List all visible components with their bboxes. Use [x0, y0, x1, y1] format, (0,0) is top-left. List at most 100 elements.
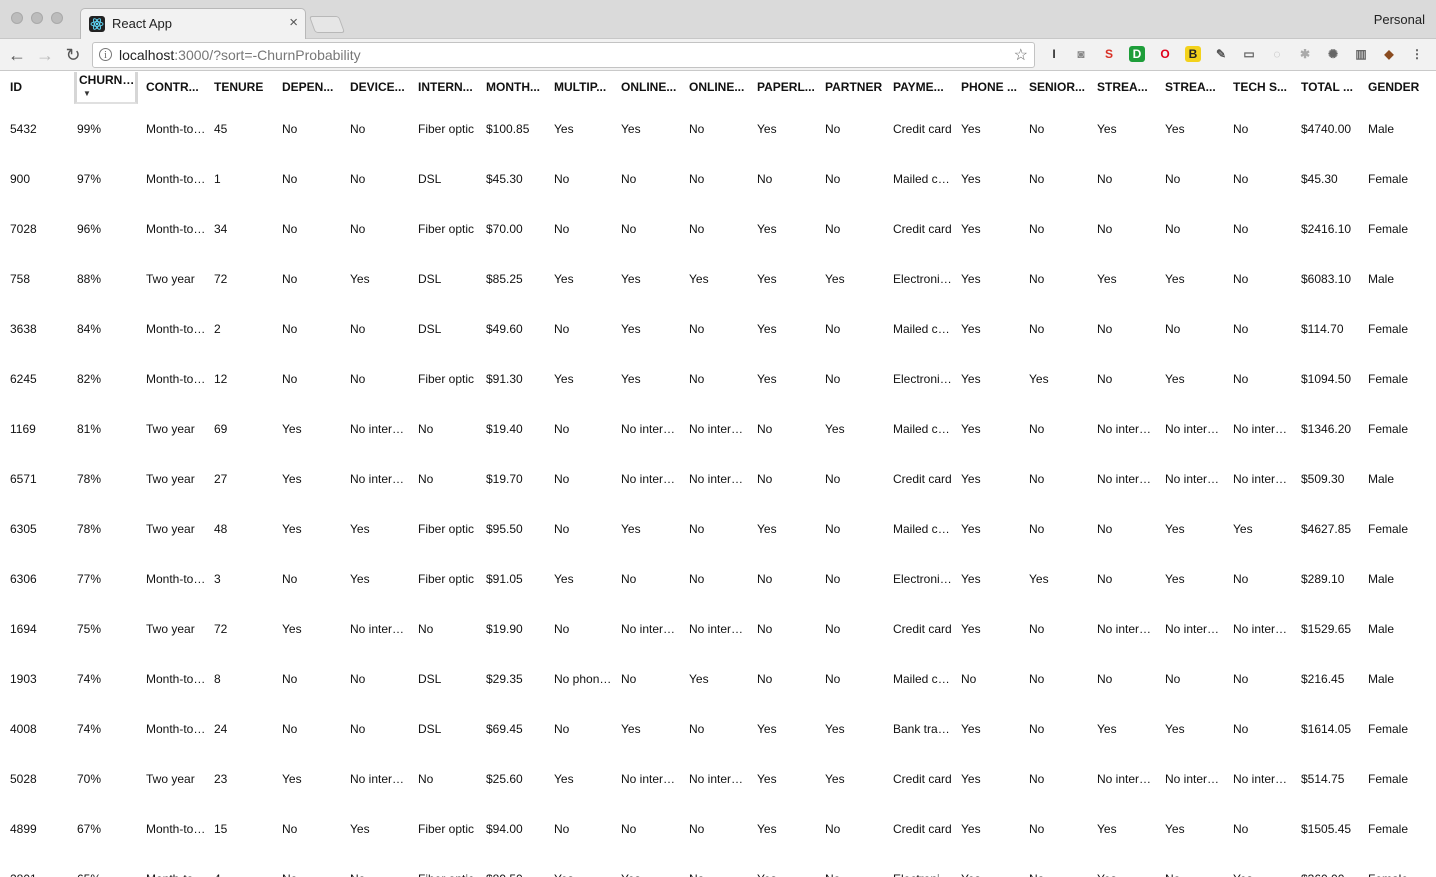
cell-senior-citizen: No	[1029, 472, 1045, 486]
cell-payment-method: Credit card	[893, 822, 952, 836]
new-tab-button[interactable]	[308, 16, 346, 33]
info-icon[interactable]: i	[99, 48, 112, 61]
cell-id: 1903	[10, 672, 37, 686]
cell-dependents: No	[282, 222, 298, 236]
back-arrow-icon[interactable]: ←	[6, 44, 28, 66]
opera-icon[interactable]: O	[1157, 46, 1173, 62]
cell-device-protection: No	[350, 372, 366, 386]
cell-tenure: 12	[214, 372, 228, 386]
ext-b-icon[interactable]: B	[1185, 46, 1201, 62]
cell-contract: Month-to-month	[146, 222, 206, 236]
cell-senior-citizen: No	[1029, 322, 1045, 336]
cell-paperless-billing: Yes	[757, 522, 777, 536]
column-header-id[interactable]: ID	[10, 72, 70, 104]
address-bar[interactable]: i localhost:3000/?sort=-ChurnProbability…	[92, 42, 1035, 68]
column-header-tenure[interactable]: TENURE	[214, 72, 274, 104]
cell-multiple-lines: No phone service	[554, 672, 614, 686]
cell-id: 4899	[10, 822, 37, 836]
column-header-label: TENURE	[214, 80, 264, 94]
cell-paperless-billing: No	[757, 622, 773, 636]
column-header-gender[interactable]: GENDER	[1368, 72, 1428, 104]
cell-monthly-charges: $70.00	[486, 222, 523, 236]
cell-gender: Female	[1368, 522, 1409, 536]
forward-arrow-icon[interactable]: →	[34, 44, 56, 66]
column-header-payment-method[interactable]: PAYME...	[893, 72, 953, 104]
column-header-dependents[interactable]: DEPEN...	[282, 72, 342, 104]
profile-button[interactable]: Personal	[1374, 12, 1425, 27]
cell-streaming-tv: No	[1165, 672, 1181, 686]
column-header-senior-citizen[interactable]: SENIOR...	[1029, 72, 1089, 104]
cell-online-backup: Yes	[621, 372, 641, 386]
cell-tech-support: No	[1233, 272, 1249, 286]
cell-device-protection: No	[350, 672, 366, 686]
cell-churn-probability: 74%	[77, 722, 102, 736]
cell-gender: Female	[1368, 772, 1409, 786]
cell-senior-citizen: No	[1029, 872, 1089, 877]
window-zoom-button[interactable]	[51, 12, 63, 24]
cell-internet-service: No	[418, 422, 434, 436]
column-header-online-backup[interactable]: ONLINE...	[621, 72, 681, 104]
cell-internet-service: Fiber optic	[418, 572, 475, 586]
column-header-multiple-lines[interactable]: MULTIP...	[554, 72, 614, 104]
column-header-total-charges[interactable]: TOTAL ...	[1301, 72, 1361, 104]
column-header-phone-service[interactable]: PHONE ...	[961, 72, 1021, 104]
cell-senior-citizen: No	[1029, 172, 1045, 186]
cell-total-charges: $1346.20	[1301, 422, 1352, 436]
cell-senior-citizen: No	[1029, 122, 1045, 136]
cell-paperless-billing: Yes	[757, 872, 817, 877]
pin-icon[interactable]: ✎	[1213, 46, 1229, 62]
tab-close-icon[interactable]: ×	[289, 14, 298, 32]
column-header-monthly-charges[interactable]: MONTH...	[486, 72, 546, 104]
ext-book-icon[interactable]: ▥	[1353, 46, 1369, 62]
reload-icon[interactable]: ↻	[62, 44, 84, 66]
cell-id: 1169	[10, 422, 36, 436]
window-minimize-button[interactable]	[31, 12, 43, 24]
ext-circle-icon[interactable]: ◌	[1269, 46, 1285, 62]
cell-tenure: 23	[214, 772, 228, 786]
column-header-contract[interactable]: CONTR...	[146, 72, 206, 104]
ext-fox-icon[interactable]: ◆	[1381, 46, 1397, 62]
ext-i-icon[interactable]: I	[1046, 46, 1062, 62]
cell-partner: Yes	[825, 772, 845, 786]
bookmark-star-icon[interactable]: ☆	[1014, 45, 1028, 65]
url-path: :3000/?sort=-ChurnProbability	[174, 47, 361, 63]
cell-phone-service: Yes	[961, 622, 981, 636]
menu-icon[interactable]: ⋮	[1409, 46, 1425, 62]
gear-icon[interactable]: ✱	[1297, 46, 1313, 62]
column-header-device-protection[interactable]: DEVICE...	[350, 72, 410, 104]
column-header-online-security[interactable]: ONLINE...	[689, 72, 749, 104]
cell-phone-service: Yes	[961, 222, 981, 236]
camera-icon[interactable]: ◙	[1073, 46, 1089, 62]
cell-partner: Yes	[825, 722, 845, 736]
cell-tenure: 27	[214, 472, 228, 486]
cell-contract: Two year	[146, 472, 195, 486]
cell-total-charges: $4627.85	[1301, 522, 1352, 536]
column-header-churn-probability[interactable]: CHURN ... ▼	[74, 72, 138, 104]
ext-s-icon[interactable]: S	[1101, 46, 1117, 62]
cell-dependents: No	[282, 122, 298, 136]
cell-churn-probability: 82%	[77, 372, 102, 386]
cell-partner: No	[825, 672, 841, 686]
cell-partner: No	[825, 522, 841, 536]
bug-icon[interactable]: ✺	[1325, 46, 1341, 62]
column-header-partner[interactable]: PARTNER	[825, 72, 885, 104]
cell-phone-service: Yes	[961, 872, 1021, 877]
cell-paperless-billing: No	[757, 472, 773, 486]
browser-tab[interactable]: React App ×	[80, 8, 306, 39]
cell-dependents: Yes	[282, 622, 302, 636]
cell-payment-method: Mailed check	[893, 522, 953, 536]
column-header-streaming-tv[interactable]: STREA...	[1165, 72, 1225, 104]
cell-churn-probability: 81%	[77, 422, 102, 436]
column-header-streaming-movies[interactable]: STREA...	[1097, 72, 1157, 104]
cell-tech-support: No	[1233, 672, 1249, 686]
column-header-tech-support[interactable]: TECH S...	[1233, 72, 1293, 104]
cast-icon[interactable]: ▭	[1241, 46, 1257, 62]
column-header-internet-service[interactable]: INTERN...	[418, 72, 478, 104]
react-icon	[89, 16, 105, 32]
ext-green-icon[interactable]: D	[1129, 46, 1145, 62]
cell-gender: Male	[1368, 622, 1395, 636]
cell-tech-support: Yes	[1233, 522, 1253, 536]
cell-internet-service: No	[418, 772, 434, 786]
column-header-paperless-billing[interactable]: PAPERL...	[757, 72, 817, 104]
window-close-button[interactable]	[11, 12, 23, 24]
